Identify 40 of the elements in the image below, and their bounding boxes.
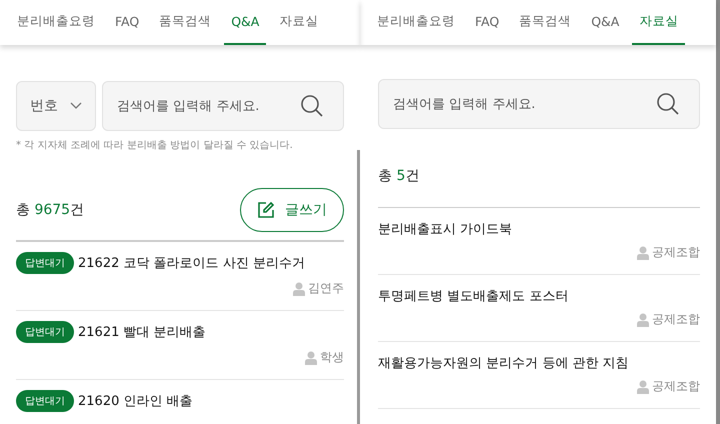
author-name: 김연주 — [308, 280, 344, 297]
nav-tab[interactable]: Q&A — [224, 0, 266, 45]
post-title[interactable]: 분리배출표시 가이드북 — [378, 220, 512, 238]
author-name: 학생 — [320, 349, 344, 366]
nav-tab[interactable]: 분리배출요령 — [370, 0, 462, 45]
total-count: 총 5건 — [378, 167, 420, 185]
nav-tab[interactable]: 품목검색 — [152, 0, 218, 45]
chevron-down-icon — [70, 102, 82, 110]
author-name: 공제조합 — [652, 378, 700, 395]
pencil-icon — [257, 201, 275, 219]
post-title[interactable]: 재활용가능자원의 분리수거 등에 관한 지침 — [378, 354, 629, 372]
total-count: 총 9675건 — [16, 201, 84, 219]
nav-tab[interactable]: 분리배출요령 — [10, 0, 102, 45]
nav-tab[interactable]: 자료실 — [272, 0, 326, 45]
user-icon — [305, 350, 317, 364]
nav-tab[interactable]: Q&A — [584, 0, 626, 45]
filter-dropdown[interactable]: 번호 — [16, 81, 96, 131]
post-title[interactable]: 투명페트병 별도배출제도 포스터 — [378, 287, 568, 305]
user-icon — [637, 246, 649, 260]
status-badge: 답변대기 — [16, 321, 74, 343]
search-icon[interactable] — [300, 94, 324, 118]
author-name: 공제조합 — [652, 244, 700, 261]
user-icon — [637, 380, 649, 394]
nav-tab[interactable]: FAQ — [468, 0, 506, 45]
nav-tab[interactable]: FAQ — [108, 0, 146, 45]
notice-text: * 각 지자체 조례에 따라 분리배출 방법이 달라질 수 있습니다. — [16, 139, 294, 152]
post-title[interactable]: 21621 빨대 분리배출 — [78, 323, 206, 341]
status-badge: 답변대기 — [16, 390, 74, 412]
user-icon — [637, 312, 649, 326]
post-title[interactable]: 21622 코닥 폴라로이드 사진 분리수거 — [78, 254, 305, 272]
write-button[interactable]: 글쓰기 — [240, 188, 344, 232]
search-field[interactable]: 검색어를 입력해 주세요. — [102, 81, 344, 131]
user-icon — [293, 282, 305, 296]
status-badge: 답변대기 — [16, 252, 74, 274]
post-title[interactable]: 21620 인라인 배출 — [78, 392, 193, 410]
nav-tab[interactable]: 품목검색 — [512, 0, 578, 45]
nav-tab[interactable]: 자료실 — [632, 0, 686, 45]
search-field[interactable]: 검색어를 입력해 주세요. — [378, 79, 700, 129]
search-icon[interactable] — [656, 92, 680, 116]
author-name: 공제조합 — [652, 311, 700, 328]
